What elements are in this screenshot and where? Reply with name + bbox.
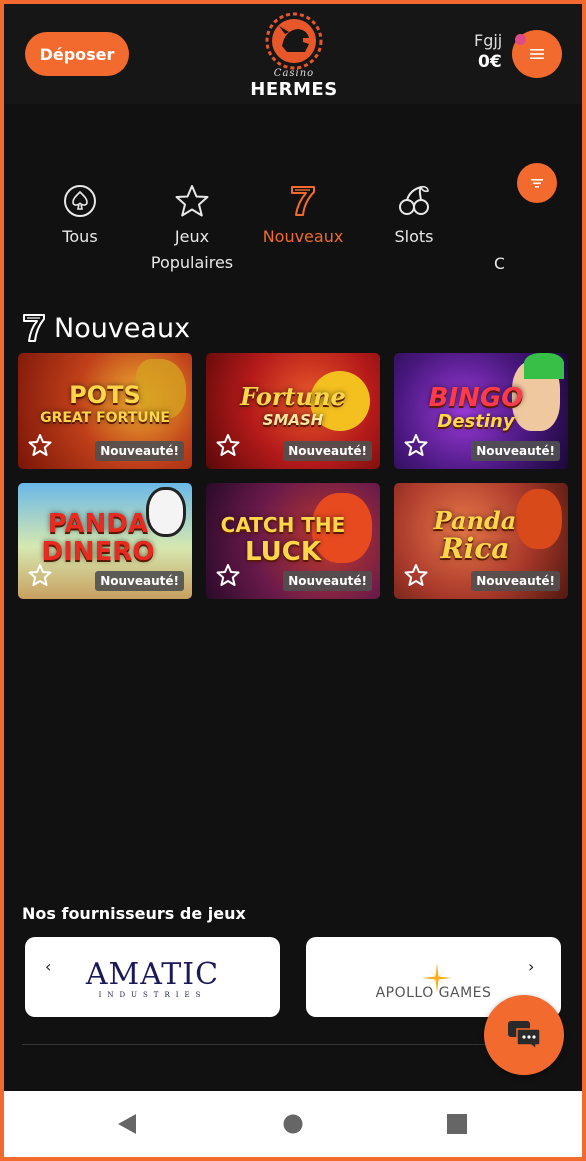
recents-icon[interactable] [446, 1113, 468, 1135]
cherries-icon [399, 185, 429, 215]
new-badge: Nouveauté! [283, 441, 372, 461]
tab-label: Tous [62, 227, 98, 246]
seven-icon [291, 186, 315, 216]
new-badge: Nouveauté! [95, 441, 184, 461]
hamburger-icon [530, 49, 544, 59]
deposit-button[interactable]: Déposer [25, 32, 129, 76]
seven-icon [23, 314, 45, 342]
tab-tous[interactable]: Tous [25, 184, 135, 250]
section-title: Nouveaux [54, 312, 191, 344]
chevron-right-icon[interactable]: › [528, 957, 534, 976]
chat-bubble-icon [508, 1021, 541, 1050]
favorite-star-icon[interactable] [28, 563, 52, 587]
tab-label: Jeux Populaires [150, 227, 234, 272]
game-subtitle: GREAT FORTUNE [40, 410, 170, 426]
game-card[interactable]: PANDA DINERO Nouveauté! [18, 483, 192, 599]
game-subtitle: LUCK [245, 537, 321, 567]
game-card[interactable]: CATCH THE LUCK Nouveauté! [206, 483, 380, 599]
back-icon[interactable] [116, 1113, 138, 1135]
game-title: BINGO [428, 383, 524, 413]
game-title: Fortune [240, 382, 346, 411]
logo-name-text: HERMES [250, 79, 338, 100]
star-icon [175, 185, 209, 217]
filter-icon [531, 179, 543, 188]
tab-jeux-populaires[interactable]: Jeux Populaires [137, 184, 247, 276]
top-bar: Déposer Casino HERMES Fgjj 0€ [4, 4, 582, 104]
user-name: Fgjj [474, 31, 503, 50]
chat-button[interactable] [484, 995, 564, 1075]
new-badge: Nouveauté! [283, 571, 372, 591]
casino-logo[interactable]: Casino HERMES [250, 12, 338, 108]
game-title: PANDA [47, 509, 149, 539]
game-title: CATCH THE [220, 513, 346, 537]
section-header: Nouveaux [22, 308, 190, 348]
hermes-helmet-icon [265, 12, 323, 70]
new-badge: Nouveauté! [471, 571, 560, 591]
favorite-star-icon[interactable] [28, 433, 52, 457]
game-subtitle: SMASH [262, 411, 324, 429]
game-card[interactable]: Fortune SMASH Nouveauté! [206, 353, 380, 469]
tab-partial-label[interactable]: C [494, 254, 504, 273]
home-icon[interactable] [282, 1113, 304, 1135]
notification-dot [515, 34, 526, 45]
android-nav-bar [4, 1091, 582, 1157]
new-badge: Nouveauté! [95, 571, 184, 591]
favorite-star-icon[interactable] [404, 433, 428, 457]
game-title: POTS [69, 381, 141, 409]
game-subtitle: Destiny [437, 411, 515, 432]
tab-label: Slots [394, 227, 434, 246]
tab-nouveaux[interactable]: Nouveaux [248, 184, 358, 250]
user-balance: 0€ [478, 52, 502, 72]
new-badge: Nouveauté! [471, 441, 560, 461]
game-subtitle: Rica [440, 532, 510, 565]
game-card[interactable]: BINGO Destiny Nouveauté! [394, 353, 568, 469]
game-title: Panda [433, 506, 517, 535]
jester-hat-art [524, 353, 564, 379]
provider-card-amatic[interactable]: ‹ AMATIC INDUSTRIES [25, 937, 280, 1017]
game-subtitle: DINERO [41, 537, 155, 567]
game-card[interactable]: POTS GREAT FORTUNE Nouveauté! [18, 353, 192, 469]
filter-button[interactable] [517, 163, 557, 203]
favorite-star-icon[interactable] [216, 433, 240, 457]
logo-casino-text: Casino [273, 68, 315, 79]
favorite-star-icon[interactable] [404, 563, 428, 587]
game-card[interactable]: Panda Rica Nouveauté! [394, 483, 568, 599]
tab-label: Nouveaux [262, 227, 344, 246]
favorite-star-icon[interactable] [216, 563, 240, 587]
providers-title: Nos fournisseurs de jeux [22, 904, 246, 923]
divider [22, 1044, 558, 1045]
spade-icon [64, 185, 96, 217]
amatic-logo-sub: INDUSTRIES [98, 991, 207, 999]
amatic-logo: AMATIC [85, 957, 220, 992]
tab-slots[interactable]: Slots [359, 184, 469, 250]
